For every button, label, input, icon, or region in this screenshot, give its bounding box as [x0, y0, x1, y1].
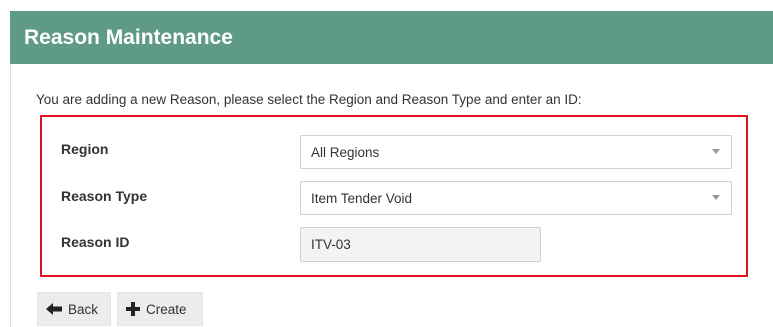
arrow-left-icon — [46, 303, 62, 315]
intro-text: You are adding a new Reason, please sele… — [36, 92, 582, 107]
region-selected-value: All Regions — [311, 144, 380, 160]
region-select[interactable]: All Regions — [300, 135, 732, 169]
create-button-label: Create — [146, 301, 187, 317]
back-button[interactable]: Back — [37, 292, 111, 326]
reason-type-selected-value: Item Tender Void — [311, 190, 413, 206]
reason-type-label: Reason Type — [61, 188, 148, 204]
reason-type-select[interactable]: Item Tender Void — [300, 181, 732, 215]
reason-id-input[interactable] — [300, 227, 541, 262]
reason-id-label: Reason ID — [61, 234, 130, 250]
chevron-down-icon — [712, 195, 720, 200]
plus-icon — [126, 302, 140, 316]
back-button-label: Back — [68, 301, 99, 317]
chevron-down-icon — [712, 149, 720, 154]
create-button[interactable]: Create — [117, 292, 203, 326]
region-label: Region — [61, 141, 109, 157]
page-header: Reason Maintenance — [10, 11, 773, 64]
page-title: Reason Maintenance — [24, 25, 233, 49]
